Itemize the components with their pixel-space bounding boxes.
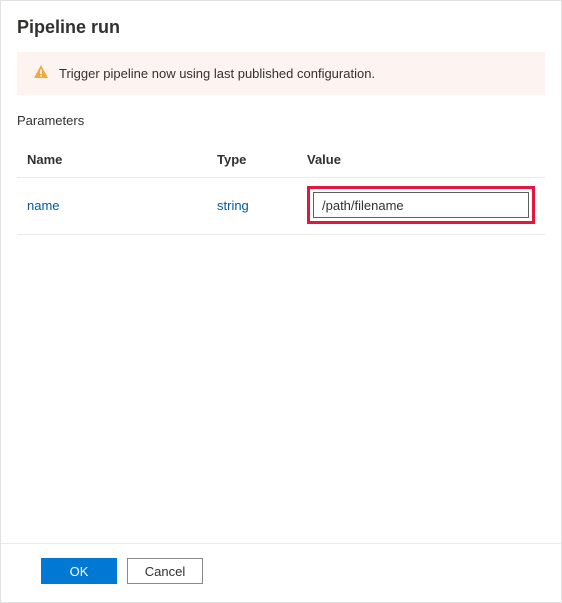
warning-icon — [33, 64, 49, 83]
parameters-table: Name Type Value name string — [17, 144, 545, 235]
header-type: Type — [217, 152, 307, 167]
pipeline-run-panel: Pipeline run Trigger pipeline now using … — [1, 1, 561, 543]
param-type: string — [217, 198, 307, 213]
table-row: name string — [17, 178, 545, 235]
value-highlight — [307, 186, 535, 224]
footer: OK Cancel — [1, 543, 561, 602]
spacer — [17, 235, 545, 543]
header-name: Name — [27, 152, 217, 167]
warning-text: Trigger pipeline now using last publishe… — [59, 66, 375, 81]
header-value: Value — [307, 152, 535, 167]
panel-title: Pipeline run — [17, 17, 545, 38]
cancel-button[interactable]: Cancel — [127, 558, 203, 584]
param-value-input[interactable] — [313, 192, 529, 218]
parameters-label: Parameters — [17, 113, 545, 128]
table-header: Name Type Value — [17, 144, 545, 178]
ok-button[interactable]: OK — [41, 558, 117, 584]
warning-alert: Trigger pipeline now using last publishe… — [17, 52, 545, 95]
param-value-cell — [307, 186, 535, 224]
param-name: name — [27, 198, 217, 213]
